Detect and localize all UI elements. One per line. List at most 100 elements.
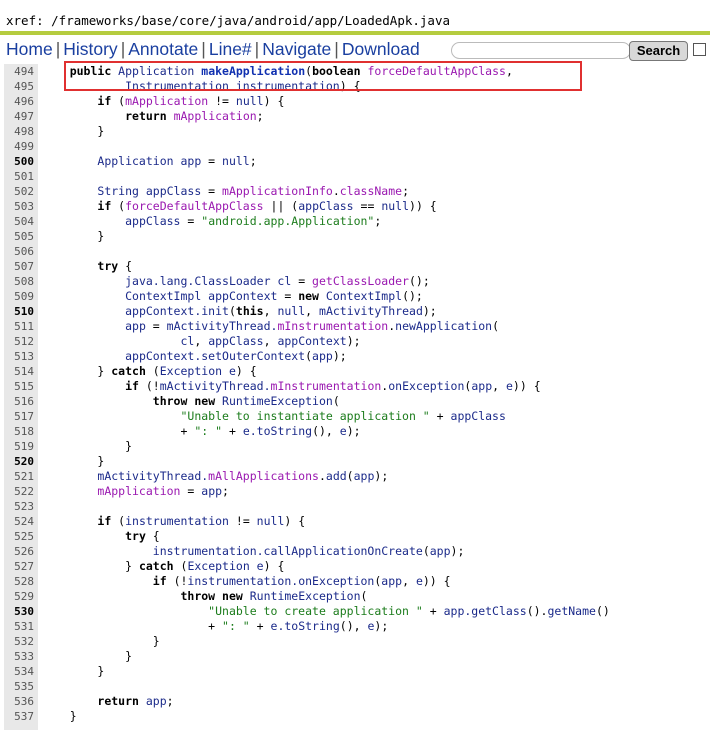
line-number-link[interactable]: 501 xyxy=(4,169,34,184)
code-token: ); xyxy=(332,349,347,363)
code-token: || ( xyxy=(263,199,299,213)
line-number-link[interactable]: 531 xyxy=(4,619,34,634)
line-number-link[interactable]: 514 xyxy=(4,364,34,379)
code-line: 537 } xyxy=(0,709,710,724)
code-text: } xyxy=(42,634,160,649)
search-input[interactable] xyxy=(451,42,631,59)
code-line: 518 + ": " + e.toString(), e); xyxy=(0,424,710,439)
code-token: (), xyxy=(339,619,368,633)
nav-home-link[interactable]: Home xyxy=(6,39,53,59)
code-token: appClass xyxy=(298,199,354,213)
line-number-link[interactable]: 526 xyxy=(4,544,34,559)
code-text: app = mActivityThread.mInstrumentation.n… xyxy=(42,319,499,334)
search-button[interactable]: Search xyxy=(629,41,688,61)
line-number-link[interactable]: 500 xyxy=(4,154,34,169)
code-text: } xyxy=(42,454,104,469)
line-number-link[interactable]: 524 xyxy=(4,514,34,529)
line-number-link[interactable]: 510 xyxy=(4,304,34,319)
code-token: RuntimeException xyxy=(215,394,333,408)
line-number-link[interactable]: 533 xyxy=(4,649,34,664)
nav-history-link[interactable]: History xyxy=(63,39,117,59)
code-token: ); xyxy=(346,334,361,348)
line-number-link[interactable]: 497 xyxy=(4,109,34,124)
line-number-link[interactable]: 502 xyxy=(4,184,34,199)
code-token: . xyxy=(318,469,326,483)
code-token: ); xyxy=(346,424,361,438)
line-number-link[interactable]: 507 xyxy=(4,259,34,274)
line-number-link[interactable]: 495 xyxy=(4,79,34,94)
code-text: } xyxy=(42,124,104,139)
line-number-link[interactable]: 523 xyxy=(4,499,34,514)
code-text: appContext.setOuterContext(app); xyxy=(42,349,347,364)
search-checkbox[interactable] xyxy=(693,43,706,56)
code-text: appClass = "android.app.Application"; xyxy=(42,214,381,229)
nav-line-number-link[interactable]: Line# xyxy=(209,39,252,59)
code-token: cl xyxy=(180,334,195,348)
code-text: + ": " + e.toString(), e); xyxy=(42,619,388,634)
line-number-link[interactable]: 536 xyxy=(4,694,34,709)
code-line: 523 xyxy=(0,499,710,514)
line-number-link[interactable]: 528 xyxy=(4,574,34,589)
code-token: ( xyxy=(492,319,500,333)
line-number-link[interactable]: 496 xyxy=(4,94,34,109)
line-number-link[interactable]: 503 xyxy=(4,199,34,214)
code-token: ); xyxy=(374,469,389,483)
line-number-link[interactable]: 520 xyxy=(4,454,34,469)
code-line: 526 instrumentation.callApplicationOnCre… xyxy=(0,544,710,559)
code-token: try xyxy=(125,529,146,543)
line-number-link[interactable]: 513 xyxy=(4,349,34,364)
line-number-link[interactable]: 515 xyxy=(4,379,34,394)
line-number-link[interactable]: 518 xyxy=(4,424,34,439)
code-token: ( xyxy=(332,394,340,408)
code-line: 534 } xyxy=(0,664,710,679)
code-token: ) { xyxy=(263,559,285,573)
nav-download-link[interactable]: Download xyxy=(342,39,420,59)
code-token: } xyxy=(97,124,105,138)
line-number-link[interactable]: 509 xyxy=(4,289,34,304)
code-token: "Unable to create application " xyxy=(208,604,423,618)
code-token: = xyxy=(201,154,223,168)
code-token: ( xyxy=(422,544,430,558)
line-number-link[interactable]: 506 xyxy=(4,244,34,259)
code-token: app xyxy=(201,484,223,498)
line-number-link[interactable]: 530 xyxy=(4,604,34,619)
line-number-link[interactable]: 519 xyxy=(4,439,34,454)
line-number-link[interactable]: 521 xyxy=(4,469,34,484)
line-number-link[interactable]: 527 xyxy=(4,559,34,574)
code-token: new xyxy=(194,394,216,408)
line-number-link[interactable]: 504 xyxy=(4,214,34,229)
line-number-link[interactable]: 532 xyxy=(4,634,34,649)
line-number-link[interactable]: 505 xyxy=(4,229,34,244)
line-number-link[interactable]: 529 xyxy=(4,589,34,604)
code-token: } xyxy=(97,664,105,678)
line-number-link[interactable]: 498 xyxy=(4,124,34,139)
line-number-link[interactable]: 499 xyxy=(4,139,34,154)
nav-annotate-link[interactable]: Annotate xyxy=(128,39,198,59)
line-number-link[interactable]: 511 xyxy=(4,319,34,334)
line-number-link[interactable]: 525 xyxy=(4,529,34,544)
line-number-link[interactable]: 517 xyxy=(4,409,34,424)
line-number-link[interactable]: 534 xyxy=(4,664,34,679)
line-number-link[interactable]: 494 xyxy=(4,64,34,79)
line-number-link[interactable]: 512 xyxy=(4,334,34,349)
code-token: ( xyxy=(228,304,236,318)
code-token: Exception e xyxy=(187,559,264,573)
code-text: } xyxy=(42,229,104,244)
code-token: Exception e xyxy=(159,364,236,378)
line-number-link[interactable]: 535 xyxy=(4,679,34,694)
line-number-link[interactable]: 522 xyxy=(4,484,34,499)
line-number-link[interactable]: 516 xyxy=(4,394,34,409)
line-number-link[interactable]: 537 xyxy=(4,709,34,724)
code-token: mAllApplications xyxy=(208,469,319,483)
code-line: 499 xyxy=(0,139,710,154)
line-number-link[interactable]: 508 xyxy=(4,274,34,289)
nav-navigate-link[interactable]: Navigate xyxy=(262,39,331,59)
